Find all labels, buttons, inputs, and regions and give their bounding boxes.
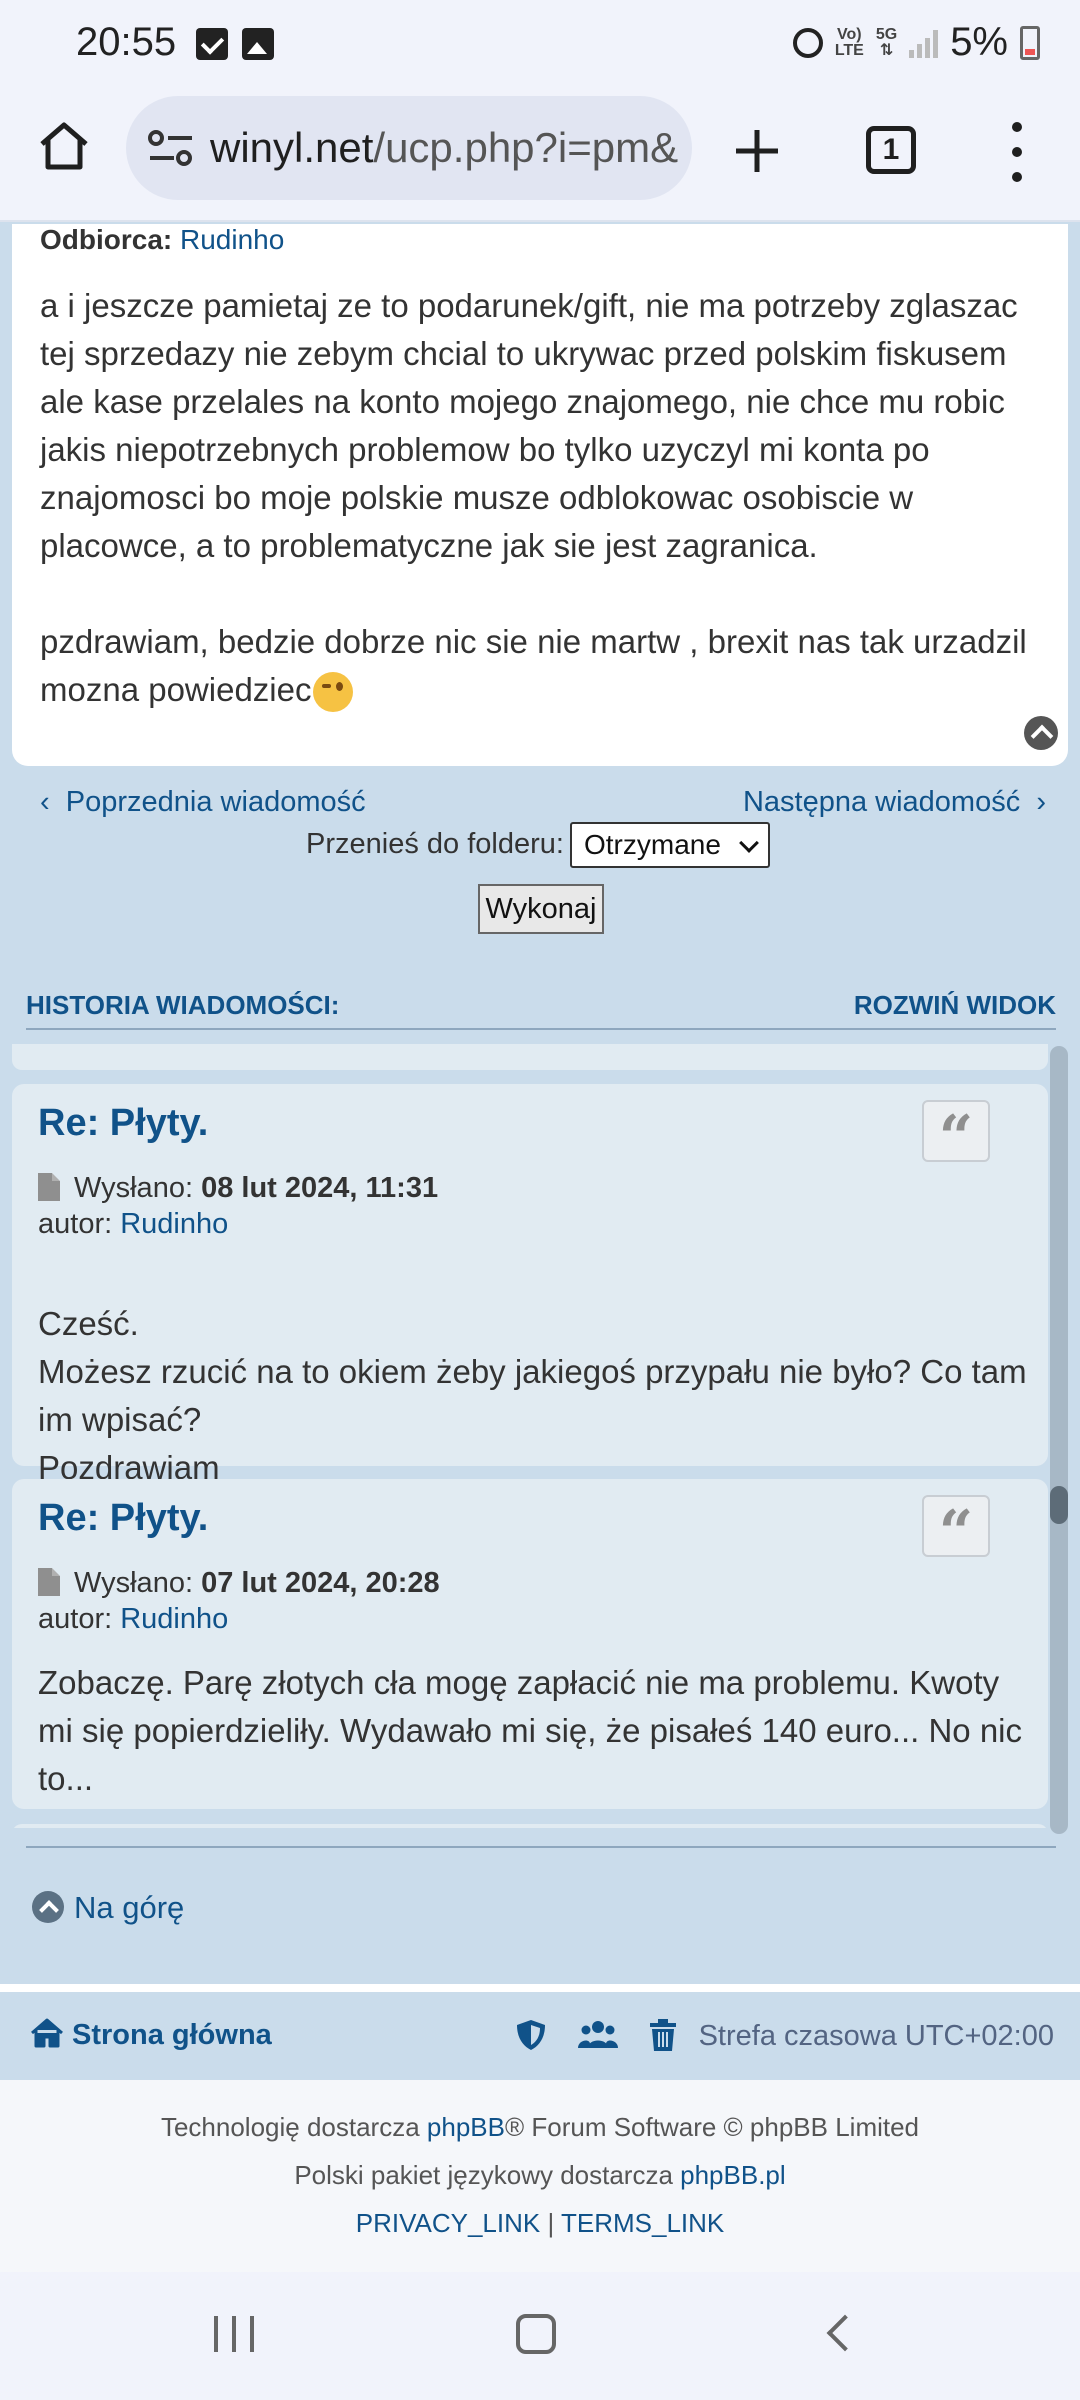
privacy-link[interactable]: PRIVACY_LINK xyxy=(356,2208,540,2238)
history-post: Re: Płyty. “ Wysłano: 08 lut 2024, 11:31… xyxy=(12,1084,1048,1486)
back-icon[interactable] xyxy=(826,2314,864,2352)
chevron-down-icon xyxy=(739,833,759,853)
history-scrollbar[interactable] xyxy=(1050,1046,1068,1834)
status-right: Vo) LTE 5G ⇅ 5% xyxy=(792,20,1040,65)
shield-icon[interactable] xyxy=(514,2018,548,2052)
gallery-notification-icon xyxy=(242,28,274,60)
history-post-stub xyxy=(12,1824,1048,1828)
trash-icon[interactable] xyxy=(648,2018,678,2052)
alarm-icon xyxy=(792,27,823,58)
post-title[interactable]: Re: Płyty. xyxy=(38,1497,208,1540)
terms-link[interactable]: TERMS_LINK xyxy=(561,2208,724,2238)
legal-links: PRIVACY_LINK | TERMS_LINK xyxy=(355,2208,725,2238)
credit-line-phpbb: Technologię dostarcza phpBB® Forum Softw… xyxy=(160,2112,920,2142)
scroll-top-icon[interactable] xyxy=(1024,716,1058,750)
post-title[interactable]: Re: Płyty. xyxy=(38,1102,208,1145)
status-bar: 20:55 Vo) LTE 5G ⇅ 5% xyxy=(0,0,1080,92)
post-meta: Wysłano: 07 lut 2024, 20:28 autor: Rudin… xyxy=(38,1567,440,1635)
history-post: Re: Płyty. “ Wysłano: 07 lut 2024, 20:28… xyxy=(12,1479,1048,1809)
signal-icon xyxy=(909,28,939,58)
browser-home-icon[interactable] xyxy=(38,120,90,172)
message-content: Odbiorca: Rudinho a i jeszcze pamietaj z… xyxy=(12,224,1068,766)
history-post-stub xyxy=(12,1044,1048,1070)
history-heading: HISTORIA WIADOMOŚCI: xyxy=(26,990,340,1020)
execute-button[interactable]: Wykonaj xyxy=(478,884,604,934)
phpbb-link[interactable]: phpBB xyxy=(427,2112,505,2142)
browser-menu-icon[interactable] xyxy=(1004,122,1030,182)
footer-credits: Technologię dostarcza phpBB® Forum Softw… xyxy=(0,2080,1080,2272)
post-file-icon xyxy=(38,1568,60,1596)
phpbb-pl-link[interactable]: phpBB.pl xyxy=(680,2160,786,2190)
credit-line-language: Polski pakiet językowy dostarcza phpBB.p… xyxy=(294,2160,786,2190)
expand-view-link[interactable]: ROZWIŃ WIDOK xyxy=(854,990,1056,1021)
post-body: Cześć. Możesz rzucić na to okiem żeby ja… xyxy=(38,1305,1027,1486)
move-folder-row: Przenieś do folderu: Otrzymane xyxy=(0,822,1080,872)
new-tab-icon[interactable] xyxy=(732,126,782,176)
message-navigation: ‹ Poprzednia wiadomość Następna wiadomoś… xyxy=(0,780,1080,824)
site-settings-icon[interactable] xyxy=(148,130,194,166)
history-header: HISTORIA WIADOMOŚCI: ROZWIŃ WIDOK xyxy=(26,990,1056,1030)
battery-icon xyxy=(1020,25,1040,60)
post-body: Zobaczę. Parę złotych cła mogę zapłacić … xyxy=(38,1664,1023,1797)
message-body: a i jeszcze pamietaj ze to podarunek/gif… xyxy=(40,282,1050,762)
wink-emoji-icon xyxy=(313,672,354,713)
status-time: 20:55 xyxy=(76,20,177,64)
post-meta: Wysłano: 08 lut 2024, 11:31 autor: Rudin… xyxy=(38,1172,439,1240)
url-text[interactable]: winyl.net/ucp.php?i=pm& xyxy=(210,124,678,172)
recent-apps-icon[interactable] xyxy=(214,2316,254,2352)
history-scroll-thumb[interactable] xyxy=(1050,1486,1068,1524)
timezone-text: Strefa czasowa UTC+02:00 xyxy=(698,2020,1054,2052)
divider xyxy=(26,1846,1056,1848)
next-message-link[interactable]: Następna wiadomość › xyxy=(743,786,1046,819)
recipient-link[interactable]: Rudinho xyxy=(180,224,284,255)
post-file-icon xyxy=(38,1173,60,1201)
recipient-label: Odbiorca: xyxy=(40,224,173,255)
address-bar[interactable]: winyl.net/ucp.php?i=pm& xyxy=(126,96,692,200)
move-folder-label: Przenieś do folderu: xyxy=(306,828,564,860)
back-to-top-link[interactable]: Na górę xyxy=(32,1890,184,1926)
chevron-up-circle-icon xyxy=(32,1891,64,1923)
battery-percent: 5% xyxy=(950,20,1008,64)
quote-icon[interactable]: “ xyxy=(922,1495,990,1568)
tab-switcher-icon[interactable]: 1 xyxy=(866,126,916,174)
recipient-line: Odbiorca: Rudinho xyxy=(40,224,284,256)
network-5g-indicator: 5G ⇅ xyxy=(875,25,898,59)
message-paragraph: a i jeszcze pamietaj ze to podarunek/gif… xyxy=(40,287,1018,564)
checkbox-notification-icon xyxy=(196,28,228,60)
post-author-link[interactable]: Rudinho xyxy=(120,1208,228,1240)
home-icon xyxy=(31,2018,63,2048)
previous-message-link[interactable]: ‹ Poprzednia wiadomość xyxy=(40,786,366,819)
message-paragraph-closing: pzdrawiam, bedzie dobrze nic sie nie mar… xyxy=(40,618,1050,714)
post-author-link[interactable]: Rudinho xyxy=(120,1603,228,1635)
users-icon[interactable] xyxy=(578,2018,618,2052)
footer-navbar: Strona główna Strefa czasowa UTC+02:00 xyxy=(0,1984,1080,2080)
board-index-link[interactable]: Strona główna xyxy=(30,2018,272,2052)
volte-indicator: Vo) LTE xyxy=(834,25,864,59)
browser-toolbar: winyl.net/ucp.php?i=pm& 1 xyxy=(0,92,1080,222)
system-navigation-bar xyxy=(0,2272,1080,2400)
history-panel[interactable]: Re: Płyty. “ Wysłano: 08 lut 2024, 11:31… xyxy=(12,1044,1048,1828)
folder-select[interactable]: Otrzymane xyxy=(570,822,770,868)
quote-icon[interactable]: “ xyxy=(922,1100,990,1173)
system-home-icon[interactable] xyxy=(516,2314,556,2354)
